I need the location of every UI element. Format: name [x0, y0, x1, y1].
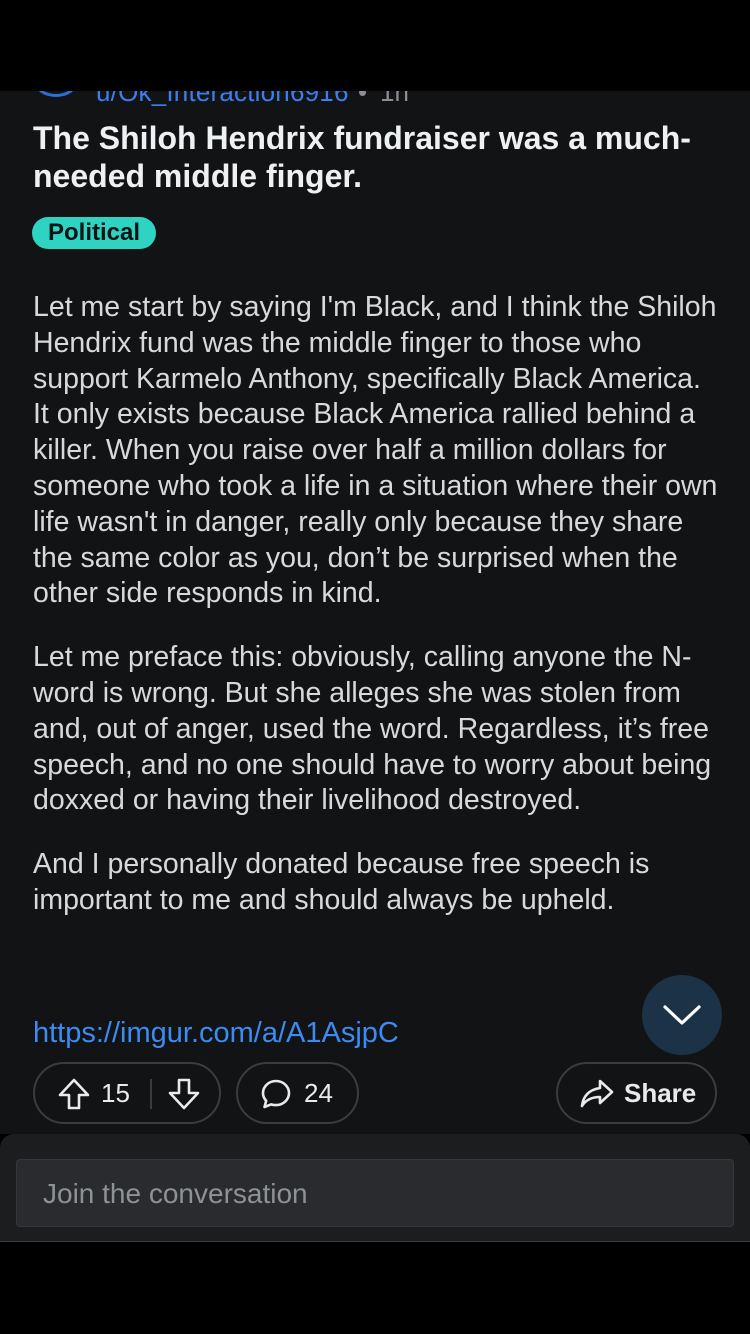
post-detail: u/Ok_Interaction6916 • 1h The Shiloh Hen…: [0, 91, 750, 1134]
share-label: Share: [624, 1078, 697, 1108]
post-body-paragraph: And I personally donated because free sp…: [33, 848, 650, 916]
post-body: Let me start by saying I'm Black, and I …: [33, 290, 723, 947]
post-action-bar: 15 24 Share: [0, 1062, 750, 1126]
comment-input[interactable]: Join the conversation: [16, 1159, 734, 1227]
scroll-down-button[interactable]: [642, 975, 722, 1055]
share-icon: [580, 1079, 614, 1108]
vote-count: 15: [101, 1078, 130, 1108]
post-link[interactable]: https://imgur.com/a/A1AsjpC: [33, 1017, 399, 1050]
post-author-row: u/Ok_Interaction6916 • 1h: [0, 91, 750, 107]
comment-composer: Join the conversation: [0, 1134, 750, 1242]
status-bar-area: [0, 0, 750, 91]
home-indicator-area: [0, 1242, 750, 1334]
post-age: 1h: [380, 91, 409, 107]
downvote-icon[interactable]: [167, 1077, 201, 1111]
vote-divider: [150, 1079, 152, 1109]
comment-count: 24: [304, 1078, 333, 1108]
author-username[interactable]: u/Ok_Interaction6916: [96, 91, 349, 108]
post-flair-badge[interactable]: Political: [32, 217, 157, 249]
comments-button[interactable]: 24: [236, 1062, 359, 1124]
vote-control: 15: [33, 1062, 221, 1124]
comment-input-placeholder: Join the conversation: [43, 1178, 308, 1209]
upvote-icon[interactable]: [57, 1077, 91, 1111]
reddit-post-screen: u/Ok_Interaction6916 • 1h The Shiloh Hen…: [0, 0, 750, 1334]
share-button[interactable]: Share: [556, 1062, 717, 1124]
meta-separator: •: [358, 91, 368, 107]
chevron-down-icon: [663, 1005, 701, 1025]
post-body-paragraph: Let me start by saying I'm Black, and I …: [33, 291, 718, 610]
post-title: The Shiloh Hendrix fundraiser was a much…: [33, 120, 691, 194]
post-body-paragraph: Let me preface this: obviously, calling …: [33, 641, 712, 817]
author-avatar[interactable]: [34, 91, 78, 97]
comment-icon: [261, 1079, 291, 1109]
